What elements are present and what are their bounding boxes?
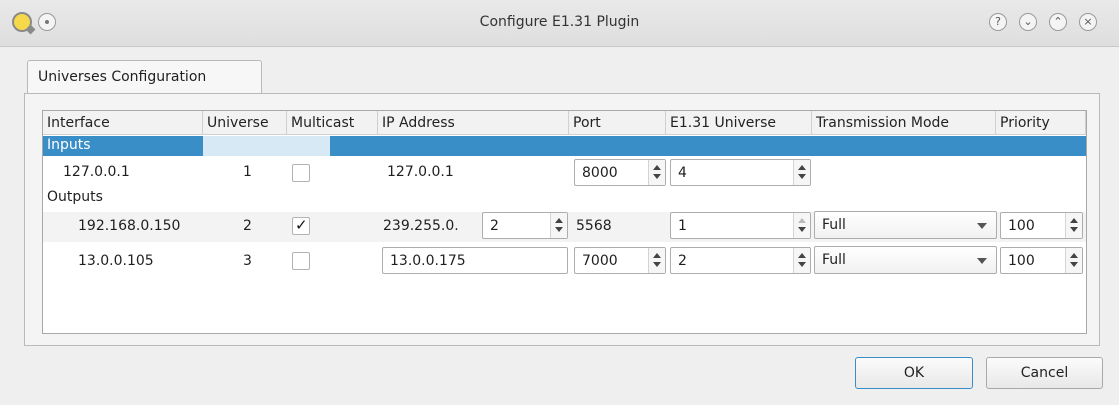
spin-arrows-icon[interactable] bbox=[793, 248, 810, 273]
outputs-group-label[interactable]: Outputs bbox=[47, 189, 103, 205]
header-interface[interactable]: Interface bbox=[43, 111, 203, 135]
tab-universes-configuration[interactable]: Universes Configuration bbox=[27, 60, 262, 94]
spin-arrows-icon[interactable] bbox=[1065, 213, 1082, 238]
output-1-transmission-mode-dropdown[interactable]: Full bbox=[814, 211, 997, 239]
input-port-spinbox[interactable]: 8000 bbox=[574, 159, 666, 186]
output-1-priority-spinbox[interactable]: 100 bbox=[1000, 212, 1083, 239]
spin-arrows-icon[interactable] bbox=[793, 213, 810, 238]
spin-arrows-icon[interactable] bbox=[648, 160, 665, 185]
ok-button[interactable]: OK bbox=[855, 357, 973, 389]
header-port[interactable]: Port bbox=[569, 111, 666, 135]
header-priority[interactable]: Priority bbox=[996, 111, 1086, 135]
help-button[interactable]: ? bbox=[989, 13, 1007, 31]
header-e131-universe[interactable]: E1.31 Universe bbox=[666, 111, 812, 135]
header-ip-address[interactable]: IP Address bbox=[378, 111, 569, 135]
output-2-interface: 13.0.0.105 bbox=[78, 253, 154, 269]
output-2-multicast-checkbox[interactable] bbox=[292, 252, 310, 270]
output-2-ip-address-field[interactable]: 13.0.0.175 bbox=[382, 247, 568, 274]
output-1-universe: 2 bbox=[243, 218, 252, 234]
close-button[interactable]: × bbox=[1079, 13, 1097, 31]
spin-arrows-icon[interactable] bbox=[550, 213, 567, 238]
header-transmission-mode[interactable]: Transmission Mode bbox=[812, 111, 996, 135]
output-1-multicast-checkbox[interactable]: ✓ bbox=[292, 216, 310, 235]
chevron-down-icon bbox=[977, 258, 987, 264]
spin-arrows-icon[interactable] bbox=[793, 160, 810, 185]
output-2-port-spinbox[interactable]: 7000 bbox=[574, 247, 666, 274]
output-2-priority-spinbox[interactable]: 100 bbox=[1000, 247, 1083, 274]
input-multicast-checkbox[interactable] bbox=[292, 164, 310, 182]
output-2-e131-universe-spinbox[interactable]: 2 bbox=[670, 247, 811, 274]
output-2-universe: 3 bbox=[243, 253, 252, 269]
input-universe: 1 bbox=[243, 164, 252, 180]
input-ip-address: 127.0.0.1 bbox=[387, 164, 454, 180]
chevron-down-icon bbox=[977, 223, 987, 229]
title-bar: Configure E1.31 Plugin ? ⌄ ⌃ × bbox=[0, 0, 1119, 47]
spin-arrows-icon[interactable] bbox=[1065, 248, 1082, 273]
output-1-e131-universe-spinbox[interactable]: 1 bbox=[670, 212, 811, 239]
header-multicast[interactable]: Multicast bbox=[287, 111, 378, 135]
header-universe[interactable]: Universe bbox=[203, 111, 287, 135]
input-interface: 127.0.0.1 bbox=[63, 164, 130, 180]
output-2-transmission-mode-dropdown[interactable]: Full bbox=[814, 246, 997, 274]
output-1-ip-suffix-spinbox[interactable]: 2 bbox=[482, 212, 568, 239]
maximize-button[interactable]: ⌃ bbox=[1049, 13, 1067, 31]
output-1-port: 5568 bbox=[576, 218, 612, 234]
minimize-button[interactable]: ⌄ bbox=[1019, 13, 1037, 31]
output-1-ip-prefix: 239.255.0. bbox=[383, 218, 459, 234]
spin-arrows-icon[interactable] bbox=[648, 248, 665, 273]
inputs-group-label: Inputs bbox=[47, 137, 91, 153]
input-e131-universe-spinbox[interactable]: 4 bbox=[670, 159, 811, 186]
cancel-button[interactable]: Cancel bbox=[986, 357, 1103, 389]
checkmark-icon: ✓ bbox=[295, 216, 308, 234]
inputs-group-row[interactable]: Inputs bbox=[43, 136, 1086, 156]
window-title: Configure E1.31 Plugin bbox=[479, 14, 640, 30]
output-1-interface: 192.168.0.150 bbox=[78, 218, 181, 234]
